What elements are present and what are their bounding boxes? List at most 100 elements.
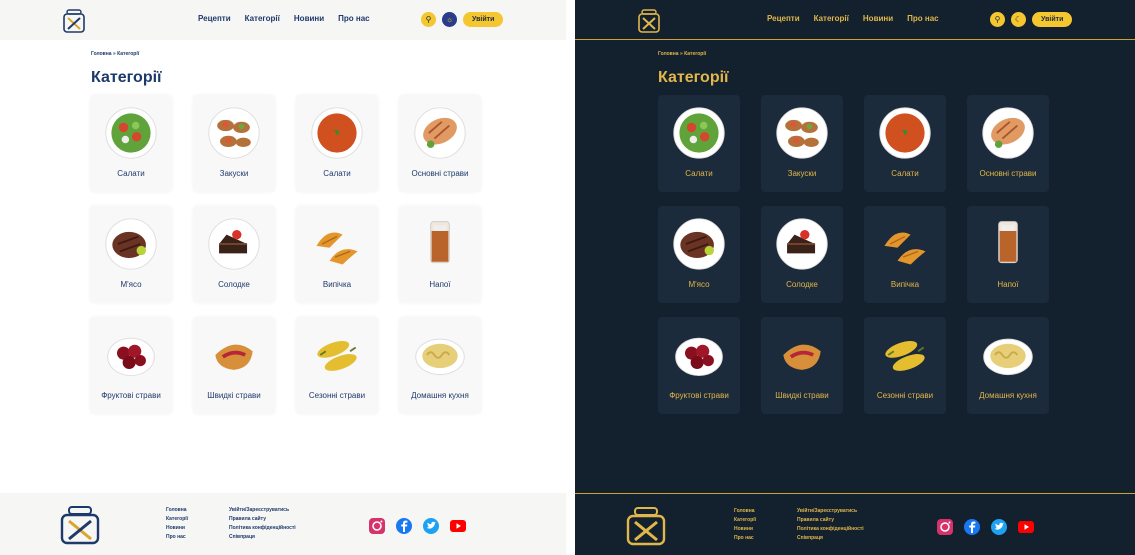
- light-theme-page: Рецепти Категорії Новини Про нас ⚲ ☼ Уві…: [0, 0, 566, 555]
- soup-image: [311, 107, 363, 159]
- category-card[interactable]: Швидкі страви: [193, 317, 275, 414]
- sun-icon[interactable]: ☼: [442, 12, 457, 27]
- category-card[interactable]: Фруктові страви: [658, 317, 740, 414]
- header: Рецепти Категорії Новини Про нас ⚲ ☼ Уві…: [0, 0, 566, 40]
- footer-link-news[interactable]: Новини: [734, 526, 756, 532]
- category-card[interactable]: Швидкі страви: [761, 317, 843, 414]
- logo-pot-icon[interactable]: [60, 7, 88, 35]
- footer-logo-icon: [626, 507, 666, 546]
- iced-tea-image: [430, 221, 450, 264]
- footer-links: Увійти/Зареєструватись Правила сайту Пол…: [229, 507, 296, 540]
- steak-image: [673, 218, 725, 270]
- footer-link-home[interactable]: Головна: [166, 507, 188, 513]
- footer-link-about[interactable]: Про нас: [166, 534, 188, 540]
- croissant-image: [316, 232, 358, 265]
- category-label: Салати: [323, 169, 351, 178]
- nav-news[interactable]: Новини: [294, 14, 324, 23]
- category-card[interactable]: Сезонні страви: [864, 317, 946, 414]
- category-label: Салати: [117, 169, 145, 178]
- nav-recipes[interactable]: Рецепти: [767, 14, 800, 23]
- dark-theme-page: Рецепти Категорії Новини Про нас ⚲ ☾ Уві…: [575, 0, 1135, 555]
- croissant-image: [884, 232, 926, 265]
- grilled-fish-image: [414, 107, 466, 159]
- footer: Головна Категорії Новини Про нас Увійти/…: [0, 493, 566, 555]
- login-button[interactable]: Увійти: [463, 12, 504, 27]
- category-card[interactable]: Солодке: [193, 206, 275, 303]
- category-card[interactable]: Домашня кухня: [399, 317, 481, 414]
- cherries-image: [675, 337, 723, 376]
- category-label: Салати: [685, 169, 713, 178]
- search-icon[interactable]: ⚲: [990, 12, 1005, 27]
- footer-link-cooperation[interactable]: Співпраця: [229, 534, 296, 540]
- footer-link-news[interactable]: Новини: [166, 525, 188, 531]
- instagram-icon[interactable]: [368, 517, 386, 535]
- category-label: Закуски: [219, 169, 249, 178]
- category-label: Солодке: [786, 280, 818, 289]
- pastry-image: [783, 344, 821, 370]
- nav-news[interactable]: Новини: [863, 14, 893, 23]
- category-card[interactable]: М'ясо: [658, 206, 740, 303]
- instagram-icon[interactable]: [936, 518, 954, 536]
- footer-link-categories[interactable]: Категорії: [166, 516, 188, 522]
- twitter-icon[interactable]: [422, 517, 440, 535]
- category-label: Фруктові страви: [101, 391, 161, 400]
- footer-link-privacy[interactable]: Політика конфіденційності: [229, 525, 296, 531]
- category-card[interactable]: Салати: [90, 95, 172, 192]
- footer-link-login[interactable]: Увійти/Зареєструватись: [229, 507, 296, 513]
- facebook-icon[interactable]: [963, 518, 981, 536]
- footer-link-about[interactable]: Про нас: [734, 535, 756, 541]
- category-card[interactable]: Напої: [967, 206, 1049, 303]
- category-card[interactable]: Салати: [658, 95, 740, 192]
- category-card[interactable]: Основні страви: [967, 95, 1049, 192]
- moon-icon[interactable]: ☾: [1011, 12, 1026, 27]
- nav-categories[interactable]: Категорії: [814, 14, 849, 23]
- category-label: М'ясо: [688, 280, 710, 289]
- footer-link-privacy[interactable]: Політика конфіденційності: [797, 526, 864, 532]
- breadcrumb[interactable]: Головна » Категорії: [658, 51, 706, 57]
- nav-recipes[interactable]: Рецепти: [198, 14, 231, 23]
- category-card[interactable]: Домашня кухня: [967, 317, 1049, 414]
- social-links: [368, 517, 467, 535]
- salad-image: [673, 107, 725, 159]
- category-card[interactable]: Випічка: [864, 206, 946, 303]
- breadcrumb[interactable]: Головна » Категорії: [91, 51, 139, 57]
- youtube-icon[interactable]: [449, 517, 467, 535]
- footer-link-login[interactable]: Увійти/Зареєструватись: [797, 508, 864, 514]
- grilled-fish-image: [982, 107, 1034, 159]
- appetizers-image: [208, 107, 260, 159]
- corn-image: [885, 340, 925, 371]
- category-card[interactable]: М'ясо: [90, 206, 172, 303]
- category-grid: Салати Закуски Салати Основні страви М'ясо Со…: [658, 95, 1049, 414]
- category-label: Випічка: [890, 280, 920, 289]
- category-label: Фруктові страви: [669, 391, 729, 400]
- category-card[interactable]: Закуски: [193, 95, 275, 192]
- nav-categories[interactable]: Категорії: [245, 14, 280, 23]
- footer-link-cooperation[interactable]: Співпраця: [797, 535, 864, 541]
- category-card[interactable]: Основні страви: [399, 95, 481, 192]
- youtube-icon[interactable]: [1017, 518, 1035, 536]
- search-icon[interactable]: ⚲: [421, 12, 436, 27]
- login-button[interactable]: Увійти: [1032, 12, 1073, 27]
- category-card[interactable]: Салати: [296, 95, 378, 192]
- nav-about[interactable]: Про нас: [338, 14, 369, 23]
- category-card[interactable]: Напої: [399, 206, 481, 303]
- twitter-icon[interactable]: [990, 518, 1008, 536]
- logo-pot-icon[interactable]: [635, 7, 663, 35]
- footer-link-categories[interactable]: Категорії: [734, 517, 756, 523]
- category-label: Основні страви: [979, 169, 1037, 178]
- category-card[interactable]: Фруктові страви: [90, 317, 172, 414]
- category-card[interactable]: Випічка: [296, 206, 378, 303]
- category-label: Закуски: [787, 169, 817, 178]
- category-card[interactable]: Сезонні страви: [296, 317, 378, 414]
- nav-about[interactable]: Про нас: [907, 14, 938, 23]
- footer-link-home[interactable]: Головна: [734, 508, 756, 514]
- category-card[interactable]: Закуски: [761, 95, 843, 192]
- category-card[interactable]: Солодке: [761, 206, 843, 303]
- footer-links: Увійти/Зареєструватись Правила сайту Пол…: [797, 508, 864, 541]
- footer-link-rules[interactable]: Правила сайту: [797, 517, 864, 523]
- category-card[interactable]: Салати: [864, 95, 946, 192]
- footer-nav: Головна Категорії Новини Про нас: [166, 507, 188, 540]
- footer-link-rules[interactable]: Правила сайту: [229, 516, 296, 522]
- cake-image: [208, 218, 260, 270]
- facebook-icon[interactable]: [395, 517, 413, 535]
